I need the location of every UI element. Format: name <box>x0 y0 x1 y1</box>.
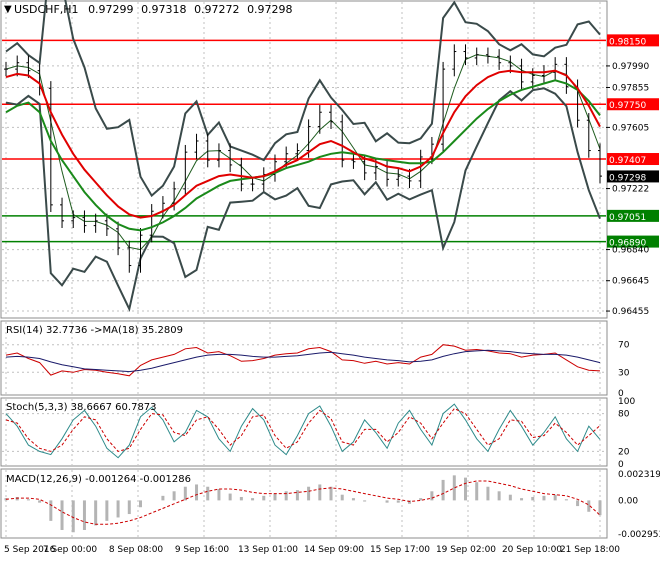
x-tick-label: 7 Sep 00:00 <box>43 545 98 555</box>
low-value: 0.97272 <box>194 3 240 16</box>
macd-y-tick: -0.002953 <box>618 530 660 540</box>
symbol-label: USDCHF,H1 <box>14 3 79 16</box>
x-tick-label: 21 Sep 18:00 <box>560 545 620 555</box>
rsi-y-tick: 70 <box>618 341 630 351</box>
stoch-y-tick: 100 <box>618 397 635 407</box>
y-tick-label: 0.96645 <box>612 277 649 287</box>
level-label: 0.97051 <box>609 213 646 223</box>
y-tick-label: 0.97855 <box>612 83 649 93</box>
macd-title: MACD(12,26,9) -0.001264 -0.001286 <box>6 474 191 485</box>
level-label: 0.98150 <box>609 37 646 47</box>
y-tick-label: 0.96840 <box>612 246 649 256</box>
stoch-title: Stoch(5,3,3) 38.6667 60.7873 <box>6 402 157 413</box>
x-tick-label: 19 Sep 02:00 <box>436 545 496 555</box>
stoch-y-tick: 0 <box>618 460 624 470</box>
macd-y-tick: 0.002319 <box>618 470 660 480</box>
current-price-label: 0.97298 <box>609 173 646 183</box>
y-tick-label: 0.97990 <box>612 62 649 72</box>
close-value: 0.97298 <box>247 3 293 16</box>
y-tick-label: 0.96455 <box>612 307 649 317</box>
x-tick-label: 9 Sep 16:00 <box>175 545 230 555</box>
x-tick-label: 14 Sep 09:00 <box>304 545 364 555</box>
y-tick-label: 0.97222 <box>612 185 649 195</box>
y-tick-label: 0.97605 <box>612 123 649 133</box>
rsi-title: RSI(14) 32.7736 ->MA(18) 35.2809 <box>6 325 183 336</box>
dropdown-arrow-icon[interactable]: ▼ <box>4 4 12 15</box>
x-tick-label: 20 Sep 10:00 <box>502 545 562 555</box>
chart-window[interactable]: 0.98150 0.97750 0.97407 0.97051 0.96890 0.972… <box>0 0 660 560</box>
rsi-y-tick: 30 <box>618 368 630 378</box>
macd-y-tick: 0.00 <box>618 496 638 506</box>
stoch-y-tick: 80 <box>618 410 630 420</box>
chart-header: ▼ USDCHF,H1 0.97299 0.97318 0.97272 0.97… <box>4 3 293 16</box>
level-label: 0.97407 <box>609 156 646 166</box>
stoch-y-tick: 20 <box>618 447 630 457</box>
level-label: 0.97750 <box>609 101 646 111</box>
high-value: 0.97318 <box>141 3 187 16</box>
svg-text:USDCHF,H1 0.97299: USDCHF,H1 0.97299 0.97318 0.97272 0.9729… <box>14 3 293 16</box>
x-tick-label: 13 Sep 01:00 <box>238 545 298 555</box>
open-value: 0.97299 <box>88 3 134 16</box>
x-tick-label: 8 Sep 08:00 <box>109 545 164 555</box>
x-tick-label: 15 Sep 17:00 <box>370 545 430 555</box>
